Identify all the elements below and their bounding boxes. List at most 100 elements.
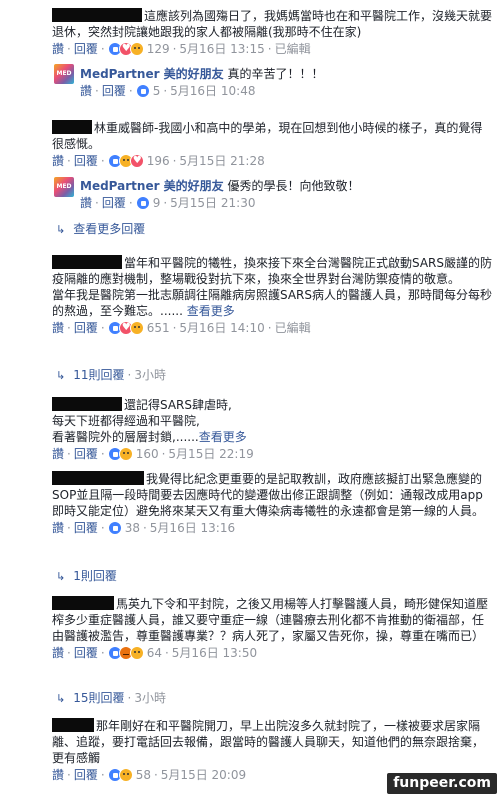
like-link[interactable]: 讚 [52, 321, 64, 335]
reactions-icons[interactable] [107, 768, 133, 782]
like-link[interactable]: 讚 [80, 84, 92, 98]
reply-actions: 讚 · 回覆 · 9 · 5月15日 21:30 [80, 196, 256, 210]
comment-text: 那年剛好在和平醫院開刀，早上出院沒多久就封院了，一樣被要求居家隔離、追蹤，要打電… [52, 719, 485, 765]
comment-actions: 讚·回覆·129·5月16日 13:15·已編輯 [52, 41, 492, 57]
view-replies-link[interactable]: ↳ 11則回覆 · 3小時 [56, 366, 166, 383]
comment-date[interactable]: 5月16日 14:10 [179, 321, 264, 335]
view-more-replies-link[interactable]: ↳ 查看更多回覆 [56, 220, 145, 237]
reply-time: 3小時 [134, 691, 166, 705]
sad-reaction-icon [118, 447, 133, 461]
reactions-icons[interactable] [107, 320, 144, 336]
redacted-username [52, 596, 114, 610]
reply-link[interactable]: 回覆 [74, 768, 98, 782]
like-link[interactable]: 讚 [52, 768, 64, 782]
reply-link[interactable]: 回覆 [102, 196, 126, 210]
reply-author[interactable]: MedPartner 美的好朋友 [80, 67, 224, 81]
comment-3: 當年和平醫院的犧牲，換來接下來全台灣醫院正式啟動SARS嚴謹的防疫隔離的應對機制… [52, 255, 492, 336]
edited-label[interactable]: 已編輯 [275, 42, 311, 56]
comment-actions: 讚 · 回覆 · 64 · 5月16日 13:50 [52, 646, 258, 660]
reply-text: 真的辛苦了！！！ [227, 67, 324, 81]
comment-date[interactable]: 5月16日 13:16 [150, 521, 235, 535]
reaction-count[interactable]: 129 [147, 42, 170, 56]
comment-date[interactable]: 5月15日 21:28 [179, 154, 264, 168]
reactions-icons[interactable] [135, 84, 150, 98]
reply-date[interactable]: 5月15日 21:30 [170, 196, 255, 210]
like-reaction-icon [135, 196, 150, 210]
reactions-icons[interactable] [107, 521, 122, 535]
medpartner-avatar[interactable]: MED [54, 64, 74, 84]
reaction-count[interactable]: 58 [136, 768, 151, 782]
sad-reaction-icon [118, 768, 133, 782]
see-more-link[interactable]: 查看更多 [187, 304, 235, 318]
comment-text: 馬英九下令和平封院，之後又用楊等人打擊醫護人員，畸形健保知道壓榨多少重症醫護人員… [52, 597, 489, 643]
redacted-username [52, 471, 144, 485]
like-reaction-icon [107, 521, 122, 535]
like-link[interactable]: 讚 [52, 447, 64, 461]
comment-1: 這應該列為國殤日了，我媽媽當時也在和平醫院工作，沒幾天就要退休，突然封院讓她跟我… [52, 8, 492, 57]
reaction-count[interactable]: 196 [147, 154, 170, 168]
like-reaction-icon [135, 84, 150, 98]
like-link[interactable]: 讚 [52, 42, 64, 56]
watermark: funpeer.com [387, 773, 497, 794]
view-replies-link[interactable]: ↳ 1則回覆 [56, 567, 117, 584]
reply-arrow-icon: ↳ [56, 223, 66, 236]
comment-5: 我覺得比紀念更重要的是記取教訓，政府應該擬訂出緊急應變的SOP並且隔一段時間要去… [52, 471, 492, 536]
reply-author[interactable]: MedPartner 美的好朋友 [80, 179, 224, 193]
reply-link[interactable]: 回覆 [74, 521, 98, 535]
comment-actions: 讚·回覆·651·5月16日 14:10·已編輯 [52, 320, 492, 336]
comment-6: 馬英九下令和平封院，之後又用楊等人打擊醫護人員，畸形健保知道壓榨多少重症醫護人員… [52, 596, 492, 661]
reaction-count[interactable]: 651 [147, 321, 170, 335]
view-replies-link[interactable]: ↳ 15則回覆 · 3小時 [56, 689, 166, 706]
redacted-username [52, 397, 122, 411]
reply-2: MedPartner 美的好朋友 優秀的學長！向他致敬！ 讚 · 回覆 · 9 · 5月15… [80, 178, 490, 211]
reply-text: 優秀的學長！向他致敬！ [227, 179, 360, 193]
redacted-username [52, 718, 94, 732]
comment-text-continued: 當年我是醫院第一批志願調往隔離病房照護SARS病人的醫護人員，那時間每分每秒的熬… [52, 288, 493, 318]
reactions-icons[interactable] [107, 646, 144, 660]
sad-reaction-icon [129, 646, 144, 660]
comment-actions: 讚 · 回覆 · 38 · 5月16日 13:16 [52, 521, 236, 535]
medpartner-avatar[interactable]: MED [54, 177, 74, 197]
reactions-icons[interactable] [107, 153, 144, 169]
reply-link[interactable]: 回覆 [74, 447, 98, 461]
reaction-count[interactable]: 38 [125, 521, 140, 535]
reply-actions: 讚 · 回覆 · 5 · 5月16日 10:48 [80, 84, 256, 98]
comment-date[interactable]: 5月16日 13:50 [172, 646, 257, 660]
comment-4: 還記得SARS肆虐時, 每天下班都得經過和平醫院, 看著醫院外的層層封鎖,...… [52, 397, 492, 462]
comment-date[interactable]: 5月16日 13:15 [179, 42, 264, 56]
reaction-count[interactable]: 160 [136, 447, 159, 461]
comment-actions: 讚·回覆·196·5月15日 21:28 [52, 153, 492, 169]
comment-2: 林重威醫師-我國小和高中的學弟，現在回想到他小時候的樣子，真的覺得很感慨。 讚 ·… [52, 120, 492, 169]
reply-arrow-icon: ↳ [56, 570, 66, 583]
like-link[interactable]: 讚 [52, 646, 64, 660]
edited-label[interactable]: 已編輯 [275, 321, 311, 335]
reaction-count[interactable]: 64 [147, 646, 162, 660]
like-link[interactable]: 讚 [80, 196, 92, 210]
reactions-icons[interactable] [107, 41, 144, 57]
comment-date[interactable]: 5月15日 22:19 [168, 447, 253, 461]
reply-link[interactable]: 回覆 [74, 42, 98, 56]
see-more-link[interactable]: 查看更多 [199, 430, 247, 444]
wow-reaction-icon [129, 321, 144, 335]
reactions-icons[interactable] [107, 447, 133, 461]
comment-text-line2: 每天下班都得經過和平醫院, [52, 414, 200, 428]
reply-date[interactable]: 5月16日 10:48 [170, 84, 255, 98]
reply-link[interactable]: 回覆 [102, 84, 126, 98]
reply-link[interactable]: 回覆 [74, 646, 98, 660]
comment-text: 林重威醫師-我國小和高中的學弟，現在回想到他小時候的樣子，真的覺得很感慨。 [52, 121, 483, 151]
redacted-username [52, 8, 142, 22]
reply-link[interactable]: 回覆 [74, 154, 98, 168]
love-reaction-icon [129, 153, 144, 169]
redacted-username [52, 120, 92, 134]
reactions-icons[interactable] [135, 196, 150, 210]
comment-actions: 讚 · 回覆 · 160 · 5月15日 22:19 [52, 447, 254, 461]
reply-1: MedPartner 美的好朋友 真的辛苦了！！！ 讚 · 回覆 · 5 · 5月16日 1… [80, 66, 490, 99]
comment-text-line3: 看著醫院外的層層封鎖,...... [52, 430, 199, 444]
reply-link[interactable]: 回覆 [74, 321, 98, 335]
comment-thread: 這應該列為國殤日了，我媽媽當時也在和平醫院工作，沒幾天就要退休，突然封院讓她跟我… [0, 0, 501, 796]
comment-date[interactable]: 5月15日 20:09 [161, 768, 246, 782]
reply-time: 3小時 [134, 368, 166, 382]
redacted-username [52, 255, 122, 269]
like-link[interactable]: 讚 [52, 154, 64, 168]
like-link[interactable]: 讚 [52, 521, 64, 535]
